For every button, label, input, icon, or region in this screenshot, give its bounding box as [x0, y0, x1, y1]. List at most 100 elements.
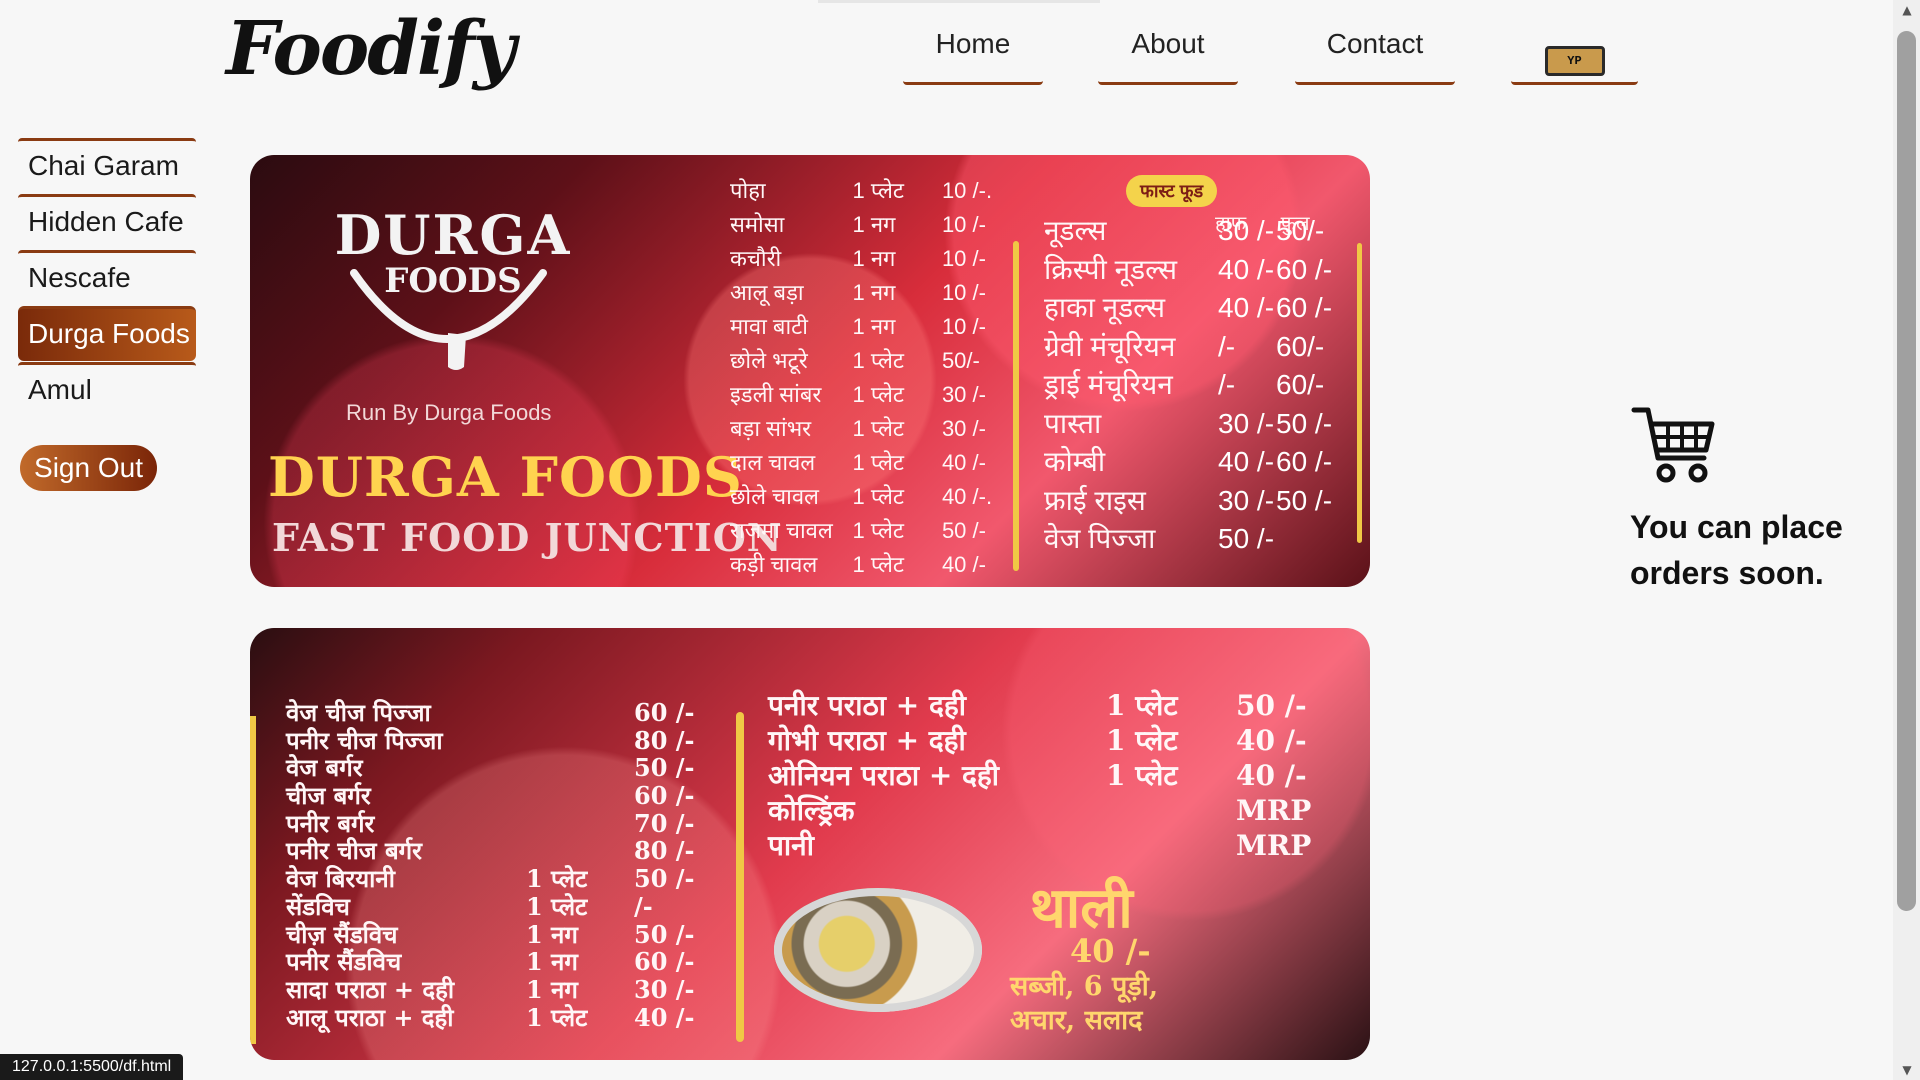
sidebar-item-durga-foods[interactable]: Durga Foods	[18, 306, 196, 361]
item-half-price: 40 /-	[1218, 292, 1275, 323]
board-rail	[1357, 243, 1362, 543]
menu-row: फ्राई राइस 30 /- 50 /-	[1044, 481, 1354, 520]
item-half-price: 30 /-	[1218, 484, 1275, 516]
item-price: 10 /-	[941, 314, 986, 339]
item-price: 10 /-	[941, 246, 986, 271]
board-subtitle: FAST FOOD JUNCTION	[272, 515, 783, 560]
run-by-text: Run By Durga Foods	[346, 400, 552, 425]
item-qty: 1 प्लेट	[852, 348, 905, 373]
item-full-price: 60 /-	[1276, 446, 1333, 477]
item-price: 30 /-	[941, 416, 986, 441]
cart-icon: YP	[1544, 46, 1605, 76]
item-half-price: 30 /-	[1218, 407, 1275, 439]
item-full-price: 60 /-	[1276, 253, 1333, 285]
thali-price: 40 /-	[1070, 932, 1151, 970]
item-qty: 1 नग	[852, 212, 896, 237]
item-qty: 1 प्लेट	[852, 518, 905, 543]
nav-contact[interactable]: Contact	[1295, 28, 1455, 85]
menu-row: क्रिस्पी नूडल्स 40 /- 60 /-	[1044, 250, 1354, 289]
menu-row: पनीर पराठा + दही 1 प्लेट 50 /-	[768, 686, 1328, 722]
sidebar-item-hidden-cafe[interactable]: Hidden Cafe	[18, 194, 196, 249]
nav-contact-label: Contact	[1326, 28, 1424, 59]
item-qty: 1 नग	[852, 314, 896, 339]
sidebar-item-label: Nescafe	[28, 262, 131, 293]
menu-row: आलू बड़ा 1 नग 10 /-	[730, 277, 1010, 311]
item-name: आलू बड़ा	[730, 280, 804, 305]
sidebar-item-chai-garam[interactable]: Chai Garam	[18, 138, 196, 193]
item-full-price: 60 /-	[1276, 292, 1333, 323]
menu-row: वेज चीज पिज्जा 60 /-	[286, 696, 756, 727]
item-qty: 1 प्लेट	[852, 484, 905, 509]
board-divider	[1013, 241, 1019, 571]
thali-description-line-1: सब्जी, 6 पूड़ी,	[1010, 971, 1159, 1002]
sidebar-item-label: Durga Foods	[28, 318, 190, 349]
item-name: छोले चावल	[730, 484, 819, 509]
item-price: 40 /-.	[941, 484, 993, 509]
item-price: 80 /-	[634, 725, 695, 755]
menu-row: कड़ी चावल 1 प्लेट 40 /-	[730, 549, 1010, 583]
item-qty: 1 प्लेट	[852, 178, 905, 203]
item-half-price: /-	[1218, 369, 1236, 400]
item-qty: 1 प्लेट	[852, 416, 905, 441]
menu-row: सेंडविच 1 प्लेट/-	[286, 890, 756, 921]
item-half-price: 40 /-	[1218, 446, 1275, 477]
spoon-emblem-icon	[350, 269, 547, 370]
item-name: दाल चावल	[730, 450, 816, 475]
page-scrollbar[interactable]: ▲ ▼	[1893, 0, 1920, 1080]
item-price: 50 /-	[634, 864, 695, 894]
item-qty: 1 प्लेट	[1106, 689, 1178, 722]
menu-row: पास्ता 30 /- 50 /-	[1044, 404, 1354, 443]
item-name: समोसा	[730, 212, 785, 237]
item-name: आलू पराठा + दही	[286, 1002, 454, 1032]
item-price: 10 /-.	[941, 178, 993, 203]
sign-out-button[interactable]: Sign Out	[20, 445, 157, 491]
scroll-thumb[interactable]	[1897, 31, 1916, 911]
item-name: ड्राई मंचूरियन	[1044, 369, 1173, 400]
item-price: 50 /-	[941, 518, 986, 543]
nav-cart[interactable]: YP	[1511, 28, 1638, 85]
nav-about[interactable]: About	[1098, 28, 1238, 85]
item-name: नूडल्स	[1044, 215, 1107, 246]
item-full-price: 50 /-	[1276, 407, 1333, 439]
menu-row: वेज बर्गर 50 /-	[286, 751, 756, 782]
item-qty: 1 प्लेट	[852, 552, 905, 577]
sidebar-item-nescafe[interactable]: Nescafe	[18, 250, 196, 305]
item-half-price: 40 /-	[1218, 253, 1275, 285]
status-url: 127.0.0.1:5500/df.html	[0, 1054, 184, 1080]
item-qty: 1 प्लेट	[852, 450, 905, 475]
fast-food-badge: फास्ट फूड	[1126, 175, 1218, 207]
menu-row: कचौरी 1 नग 10 /-	[730, 243, 1010, 277]
board-divider	[250, 716, 256, 1044]
item-price: 50/-	[941, 348, 980, 373]
menu-row: कोम्बी 40 /- 60 /-	[1044, 442, 1354, 481]
menu-row: राजमा चावल 1 प्लेट 50 /-	[730, 515, 1010, 549]
menu-row: आलू पराठा + दही 1 प्लेट 40 /-	[286, 1001, 756, 1032]
menu-row: छोले चावल 1 प्लेट 40 /-.	[730, 481, 1010, 515]
item-half-price: 30 /-	[1218, 215, 1275, 246]
menu-row: दाल चावल 1 प्लेट 40 /-	[730, 447, 1010, 481]
item-price: 60 /-	[634, 781, 695, 811]
scroll-up-icon[interactable]: ▲	[1899, 3, 1915, 17]
menu-row: ड्राई मंचूरियन /- 60/-	[1044, 365, 1354, 404]
item-qty: 1 नग	[852, 280, 896, 305]
item-name: मावा बाटी	[730, 314, 808, 339]
menu-row: चीज़ सैंडविच 1 नग 50 /-	[286, 918, 756, 949]
cart-badge: YP	[1567, 54, 1582, 68]
menu-row: छोले भटूरे 1 प्लेट 50/-	[730, 345, 1010, 379]
item-name: पनीर पराठा + दही	[768, 689, 966, 722]
sidebar-item-amul[interactable]: Amul	[18, 362, 196, 417]
scroll-down-icon[interactable]: ▼	[1899, 1063, 1915, 1077]
item-name: राजमा चावल	[730, 518, 833, 543]
menu-row: इडली सांबर 1 प्लेट 30 /-	[730, 379, 1010, 413]
nav-home[interactable]: Home	[903, 28, 1043, 85]
item-full-price: 60/-	[1276, 369, 1325, 400]
item-name: वेज पिज्जा	[1044, 523, 1156, 554]
item-name: पास्ता	[1044, 407, 1102, 439]
nav-home-label: Home	[935, 28, 1011, 59]
menu-list-right: नूडल्स 30 /- 50/- क्रिस्पी नूडल्स 40 /- 60 /…	[1044, 211, 1354, 558]
item-name: इडली सांबर	[730, 382, 822, 407]
item-price: 70 /-	[634, 808, 695, 838]
item-name: बड़ा सांभर	[730, 416, 812, 441]
item-price: 50 /-	[634, 919, 695, 949]
item-price: 10 /-	[941, 212, 986, 237]
